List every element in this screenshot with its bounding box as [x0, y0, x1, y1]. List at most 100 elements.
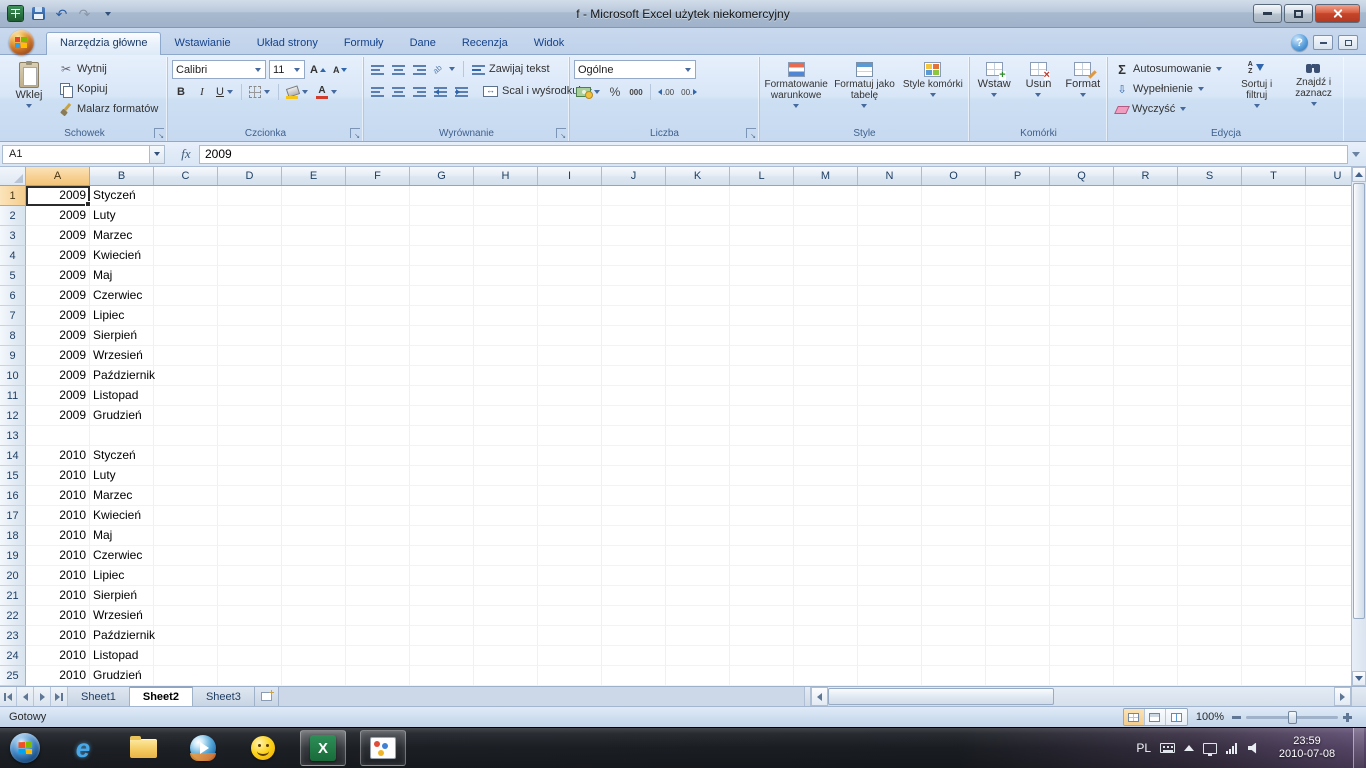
cell-L15[interactable] [730, 466, 794, 486]
format-cells-button[interactable]: Format [1063, 60, 1103, 125]
clock[interactable]: 23:59 2010-07-08 [1270, 735, 1344, 761]
formula-input[interactable]: 2009 [199, 144, 1348, 164]
cell-O18[interactable] [922, 526, 986, 546]
cell-S20[interactable] [1178, 566, 1242, 586]
cell-O13[interactable] [922, 426, 986, 446]
cell-G22[interactable] [410, 606, 474, 626]
cell-C20[interactable] [154, 566, 218, 586]
cell-C6[interactable] [154, 286, 218, 306]
cell-U24[interactable] [1306, 646, 1351, 666]
column-header-C[interactable]: C [154, 167, 218, 185]
cell-E5[interactable] [282, 266, 346, 286]
cell-R16[interactable] [1114, 486, 1178, 506]
accounting-format-button[interactable] [574, 83, 603, 101]
cell-I17[interactable] [538, 506, 602, 526]
fill-button[interactable]: ⇩ Wypełnienie [1112, 80, 1226, 98]
cell-B3[interactable]: Marzec [90, 226, 154, 246]
column-header-N[interactable]: N [858, 167, 922, 185]
cell-S21[interactable] [1178, 586, 1242, 606]
cell-A7[interactable]: 2009 [26, 306, 90, 326]
cell-G15[interactable] [410, 466, 474, 486]
cell-B17[interactable]: Kwiecień [90, 506, 154, 526]
tab-narz-dzia-g-wne[interactable]: Narzędzia główne [46, 32, 162, 55]
cell-T22[interactable] [1242, 606, 1306, 626]
cell-N9[interactable] [858, 346, 922, 366]
wrap-text-button[interactable]: Zawijaj tekst [469, 60, 553, 78]
cell-H20[interactable] [474, 566, 538, 586]
cell-U5[interactable] [1306, 266, 1351, 286]
comma-style-button[interactable]: 000 [627, 83, 645, 101]
cell-G1[interactable] [410, 186, 474, 206]
cell-E3[interactable] [282, 226, 346, 246]
cell-P14[interactable] [986, 446, 1050, 466]
cell-L19[interactable] [730, 546, 794, 566]
cell-S13[interactable] [1178, 426, 1242, 446]
cell-styles-button[interactable]: Style komórki [901, 60, 965, 125]
cell-L14[interactable] [730, 446, 794, 466]
row-header-12[interactable]: 12 [0, 406, 26, 426]
cell-P6[interactable] [986, 286, 1050, 306]
cell-T1[interactable] [1242, 186, 1306, 206]
cell-U21[interactable] [1306, 586, 1351, 606]
cell-Q5[interactable] [1050, 266, 1114, 286]
cell-C21[interactable] [154, 586, 218, 606]
cell-M10[interactable] [794, 366, 858, 386]
cell-F2[interactable] [346, 206, 410, 226]
cell-F10[interactable] [346, 366, 410, 386]
cell-K16[interactable] [666, 486, 730, 506]
cell-F5[interactable] [346, 266, 410, 286]
cell-G14[interactable] [410, 446, 474, 466]
cell-B16[interactable]: Marzec [90, 486, 154, 506]
cell-J4[interactable] [602, 246, 666, 266]
cell-C12[interactable] [154, 406, 218, 426]
display-icon[interactable] [1203, 742, 1217, 756]
cell-J19[interactable] [602, 546, 666, 566]
cell-R23[interactable] [1114, 626, 1178, 646]
column-header-J[interactable]: J [602, 167, 666, 185]
cell-M5[interactable] [794, 266, 858, 286]
cell-G20[interactable] [410, 566, 474, 586]
cell-C1[interactable] [154, 186, 218, 206]
cell-G7[interactable] [410, 306, 474, 326]
cell-I20[interactable] [538, 566, 602, 586]
cell-R24[interactable] [1114, 646, 1178, 666]
cell-B10[interactable]: Październik [90, 366, 155, 386]
row-header-4[interactable]: 4 [0, 246, 26, 266]
cell-L16[interactable] [730, 486, 794, 506]
row-header-8[interactable]: 8 [0, 326, 26, 346]
cell-F24[interactable] [346, 646, 410, 666]
cell-P4[interactable] [986, 246, 1050, 266]
cell-G9[interactable] [410, 346, 474, 366]
cell-T13[interactable] [1242, 426, 1306, 446]
dialog-launcher-alignment[interactable] [556, 128, 566, 140]
row-header-24[interactable]: 24 [0, 646, 26, 666]
cell-I1[interactable] [538, 186, 602, 206]
first-sheet-button[interactable] [0, 687, 17, 706]
zoom-track[interactable] [1246, 710, 1338, 724]
cell-U9[interactable] [1306, 346, 1351, 366]
cell-H6[interactable] [474, 286, 538, 306]
redo-button[interactable]: ↷ [75, 4, 94, 23]
cell-S4[interactable] [1178, 246, 1242, 266]
cell-G6[interactable] [410, 286, 474, 306]
column-header-K[interactable]: K [666, 167, 730, 185]
office-button[interactable] [4, 30, 38, 55]
cell-B20[interactable]: Lipiec [90, 566, 154, 586]
column-header-G[interactable]: G [410, 167, 474, 185]
cell-D3[interactable] [218, 226, 282, 246]
cell-M13[interactable] [794, 426, 858, 446]
dialog-launcher-number[interactable] [746, 128, 756, 140]
cell-I12[interactable] [538, 406, 602, 426]
cell-R8[interactable] [1114, 326, 1178, 346]
cell-M12[interactable] [794, 406, 858, 426]
cell-U8[interactable] [1306, 326, 1351, 346]
cell-U25[interactable] [1306, 666, 1351, 686]
column-header-U[interactable]: U [1306, 167, 1351, 185]
cell-R14[interactable] [1114, 446, 1178, 466]
tab-split-handle[interactable] [804, 687, 811, 706]
cell-S3[interactable] [1178, 226, 1242, 246]
cell-A2[interactable]: 2009 [26, 206, 90, 226]
cell-Q25[interactable] [1050, 666, 1114, 686]
cell-P21[interactable] [986, 586, 1050, 606]
cell-T16[interactable] [1242, 486, 1306, 506]
